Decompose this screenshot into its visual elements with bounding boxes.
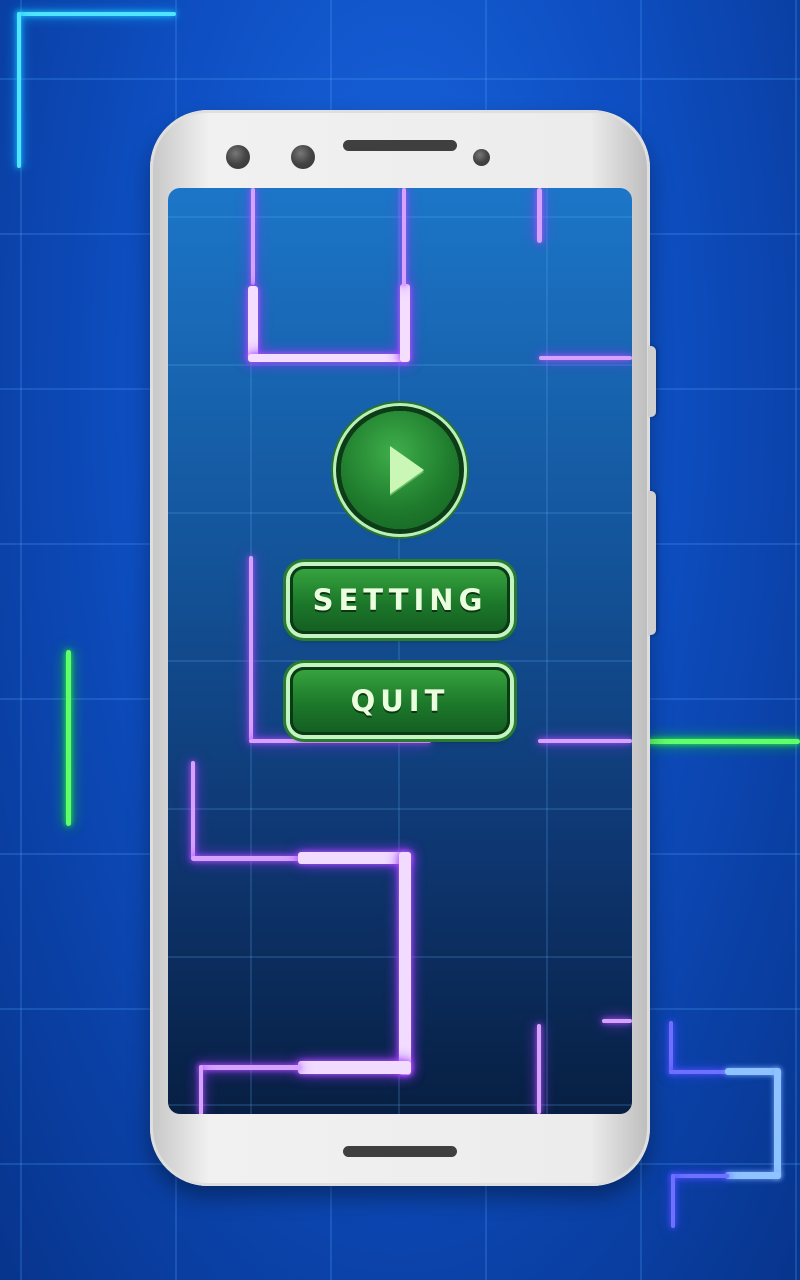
phone-side-button-upper bbox=[648, 346, 656, 417]
maze-line bbox=[538, 739, 632, 743]
maze-line bbox=[249, 556, 253, 740]
game-screen: SETTING QUIT bbox=[168, 188, 632, 1114]
phone-side-button-lower bbox=[648, 491, 656, 635]
maze-line bbox=[537, 1024, 541, 1114]
game-background: SETTING QUIT bbox=[0, 0, 800, 1280]
neon-line-right-green bbox=[648, 739, 800, 744]
phone-frame: SETTING QUIT bbox=[150, 110, 656, 1186]
maze-line bbox=[191, 761, 195, 859]
earpiece-speaker bbox=[343, 140, 457, 151]
play-button[interactable] bbox=[341, 411, 459, 529]
neon-line-bottom-right-g bbox=[671, 1174, 675, 1228]
neon-line-bottom-right-b bbox=[669, 1070, 727, 1074]
maze-line bbox=[251, 188, 255, 285]
maze-line bbox=[199, 1065, 203, 1114]
home-indicator bbox=[343, 1146, 457, 1157]
maze-line bbox=[298, 1061, 411, 1074]
neon-line-top-left-vertical bbox=[17, 12, 21, 168]
neon-line-bottom-right-d bbox=[774, 1068, 781, 1179]
neon-line-left-green bbox=[66, 650, 71, 826]
setting-button[interactable]: SETTING bbox=[290, 566, 510, 634]
neon-line-bottom-right-f bbox=[671, 1174, 729, 1178]
maze-line bbox=[402, 188, 406, 286]
quit-button[interactable]: QUIT bbox=[290, 667, 510, 735]
front-camera-icon bbox=[226, 145, 250, 169]
maze-line bbox=[249, 739, 431, 743]
maze-line bbox=[539, 356, 632, 360]
maze-line bbox=[248, 286, 258, 361]
maze-line bbox=[602, 1019, 632, 1023]
maze-line bbox=[248, 354, 409, 362]
neon-line-bottom-right-c bbox=[725, 1068, 780, 1075]
maze-line bbox=[399, 852, 411, 1075]
maze-line bbox=[199, 1065, 301, 1070]
neon-line-bottom-right-e bbox=[725, 1172, 781, 1179]
maze-line bbox=[191, 856, 301, 861]
neon-line-bottom-right-a bbox=[669, 1021, 673, 1074]
maze-line bbox=[298, 852, 411, 864]
maze-line bbox=[537, 188, 542, 243]
neon-line-top-left-horizontal bbox=[17, 12, 176, 16]
maze-line bbox=[400, 284, 410, 362]
sensor-icon bbox=[291, 145, 315, 169]
proximity-sensor-icon bbox=[473, 149, 490, 166]
play-icon bbox=[390, 446, 424, 494]
